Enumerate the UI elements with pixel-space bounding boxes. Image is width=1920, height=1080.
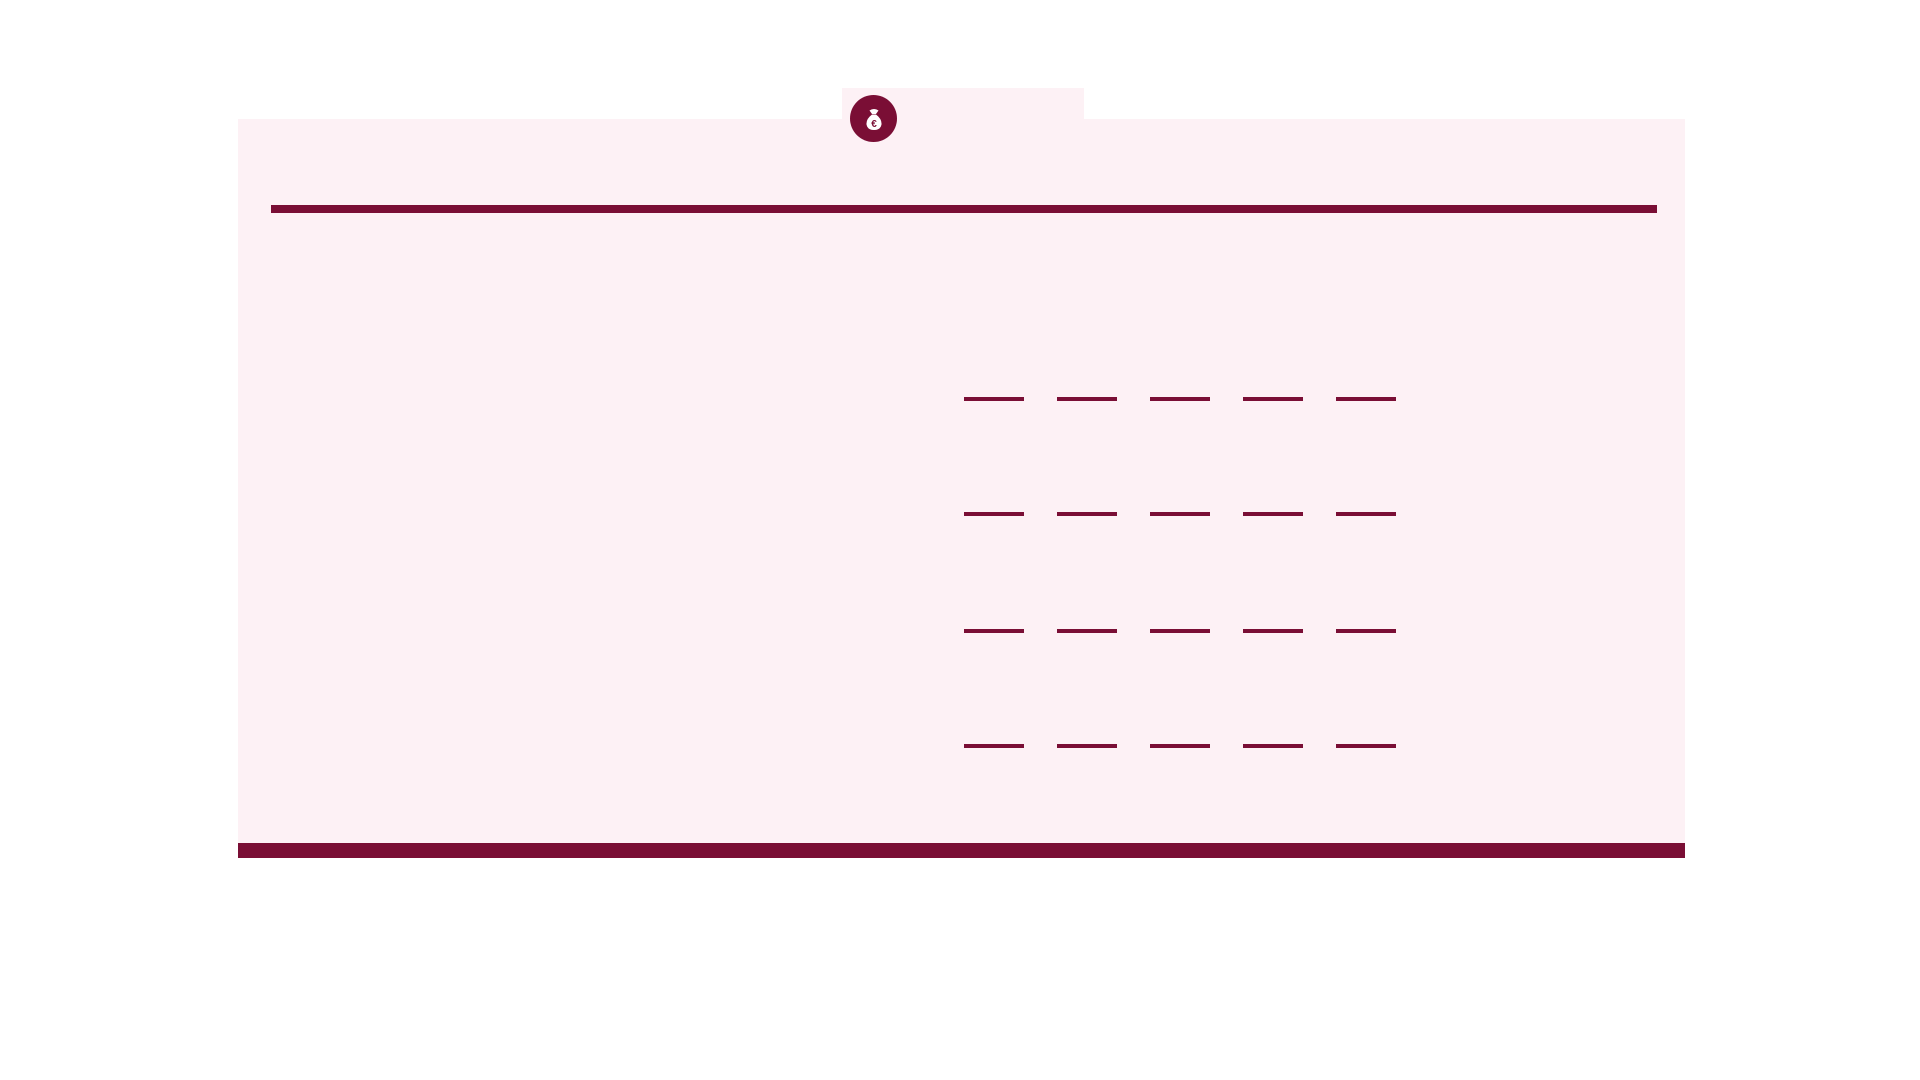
placeholder-dash[interactable] bbox=[1150, 744, 1210, 748]
placeholder-row bbox=[964, 512, 1396, 516]
placeholder-dash[interactable] bbox=[964, 744, 1024, 748]
placeholder-row bbox=[964, 397, 1396, 401]
euro-glyph: € bbox=[871, 119, 877, 130]
footer-bar bbox=[238, 843, 1685, 858]
placeholder-dash[interactable] bbox=[1150, 397, 1210, 401]
placeholder-dash[interactable] bbox=[1057, 629, 1117, 633]
placeholder-dash[interactable] bbox=[1336, 629, 1396, 633]
placeholder-dash[interactable] bbox=[1057, 512, 1117, 516]
placeholder-dash[interactable] bbox=[1243, 512, 1303, 516]
money-bag-euro-icon-svg: € bbox=[865, 108, 882, 130]
placeholder-dash[interactable] bbox=[1150, 512, 1210, 516]
placeholder-dash[interactable] bbox=[1057, 397, 1117, 401]
placeholder-row bbox=[964, 629, 1396, 633]
placeholder-dash[interactable] bbox=[964, 629, 1024, 633]
placeholder-dash[interactable] bbox=[1057, 744, 1117, 748]
placeholder-grid bbox=[964, 397, 1396, 748]
placeholder-dash[interactable] bbox=[1243, 629, 1303, 633]
header-divider bbox=[271, 205, 1657, 213]
content-card bbox=[238, 119, 1685, 858]
slide-canvas: € bbox=[0, 0, 1920, 1080]
placeholder-dash[interactable] bbox=[964, 397, 1024, 401]
placeholder-dash[interactable] bbox=[1336, 512, 1396, 516]
money-bag-euro-icon: € bbox=[850, 95, 897, 142]
placeholder-dash[interactable] bbox=[1336, 744, 1396, 748]
placeholder-dash[interactable] bbox=[1243, 397, 1303, 401]
placeholder-dash[interactable] bbox=[1336, 397, 1396, 401]
placeholder-dash[interactable] bbox=[1150, 629, 1210, 633]
placeholder-dash[interactable] bbox=[964, 512, 1024, 516]
placeholder-row bbox=[964, 744, 1396, 748]
placeholder-dash[interactable] bbox=[1243, 744, 1303, 748]
